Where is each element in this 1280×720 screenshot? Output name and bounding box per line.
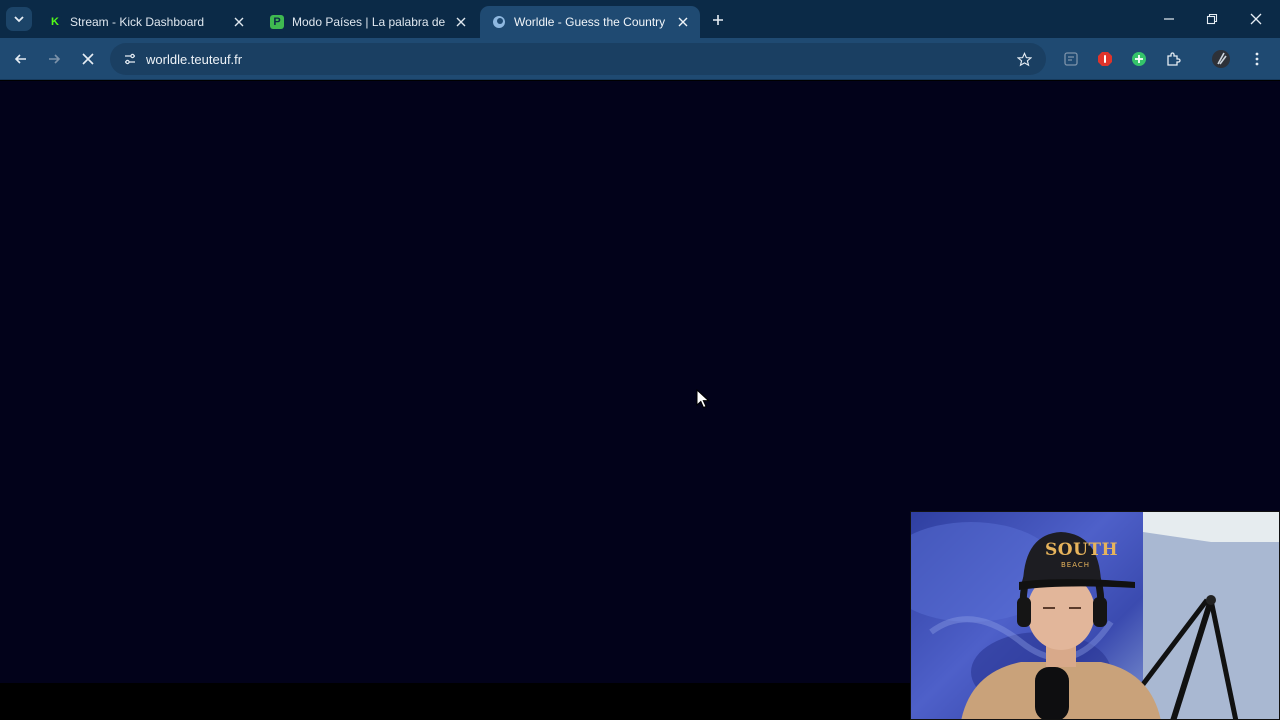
arrow-right-icon [49,54,61,64]
url-text: worldle.teuteuf.fr [146,51,243,67]
close-tab-icon[interactable] [674,13,692,31]
tab-title: Worldle - Guess the Country [514,15,666,29]
close-window-button[interactable] [1244,8,1268,30]
browser-toolbar: worldle.teuteuf.fr [0,38,1280,80]
bookmark-star-icon[interactable] [1014,49,1034,69]
minimize-button[interactable] [1157,8,1181,30]
forward-button[interactable] [42,47,66,71]
tab-modo-paises[interactable]: P Modo Países | La palabra del dí [258,6,478,38]
close-tab-icon[interactable] [230,13,248,31]
stop-loading-button[interactable] [76,47,100,71]
mouse-cursor-icon [696,389,710,409]
chevron-down-icon [14,16,24,23]
extension-save-icon[interactable] [1059,47,1083,71]
cap-logo-subtext: BEACH [1061,561,1091,569]
site-info-icon[interactable] [120,49,140,69]
extensions-puzzle-icon[interactable] [1161,47,1185,71]
p-logo-icon: P [270,15,284,29]
tab-worldle[interactable]: Worldle - Guess the Country [480,6,700,38]
worldle-globe-icon [492,15,506,29]
close-icon [82,53,94,65]
restore-icon [1206,13,1218,25]
address-bar[interactable]: worldle.teuteuf.fr [110,43,1046,75]
plus-icon [713,15,723,25]
kick-logo-icon: K [48,15,62,29]
tab-title: Modo Países | La palabra del dí [292,15,446,29]
tab-search-button[interactable] [6,7,32,31]
menu-kebab-icon[interactable] [1245,47,1269,71]
extension-adblock-icon[interactable] [1093,47,1117,71]
profile-avatar-icon[interactable] [1209,47,1233,71]
restore-button[interactable] [1200,8,1224,30]
arrow-left-icon [14,54,26,64]
tab-kick-dashboard[interactable]: K Stream - Kick Dashboard [36,6,256,38]
cap-logo-text: SOUTH [1045,540,1119,560]
tab-strip: K Stream - Kick Dashboard P Modo Países … [0,0,1280,38]
extension-add-icon[interactable] [1127,47,1151,71]
close-tab-icon[interactable] [452,13,470,31]
new-tab-button[interactable] [707,9,729,31]
tab-title: Stream - Kick Dashboard [70,15,205,29]
close-icon [1250,13,1262,25]
webcam-overlay: SOUTH BEACH [910,511,1280,720]
minimize-icon [1164,18,1174,20]
back-button[interactable] [9,47,33,71]
